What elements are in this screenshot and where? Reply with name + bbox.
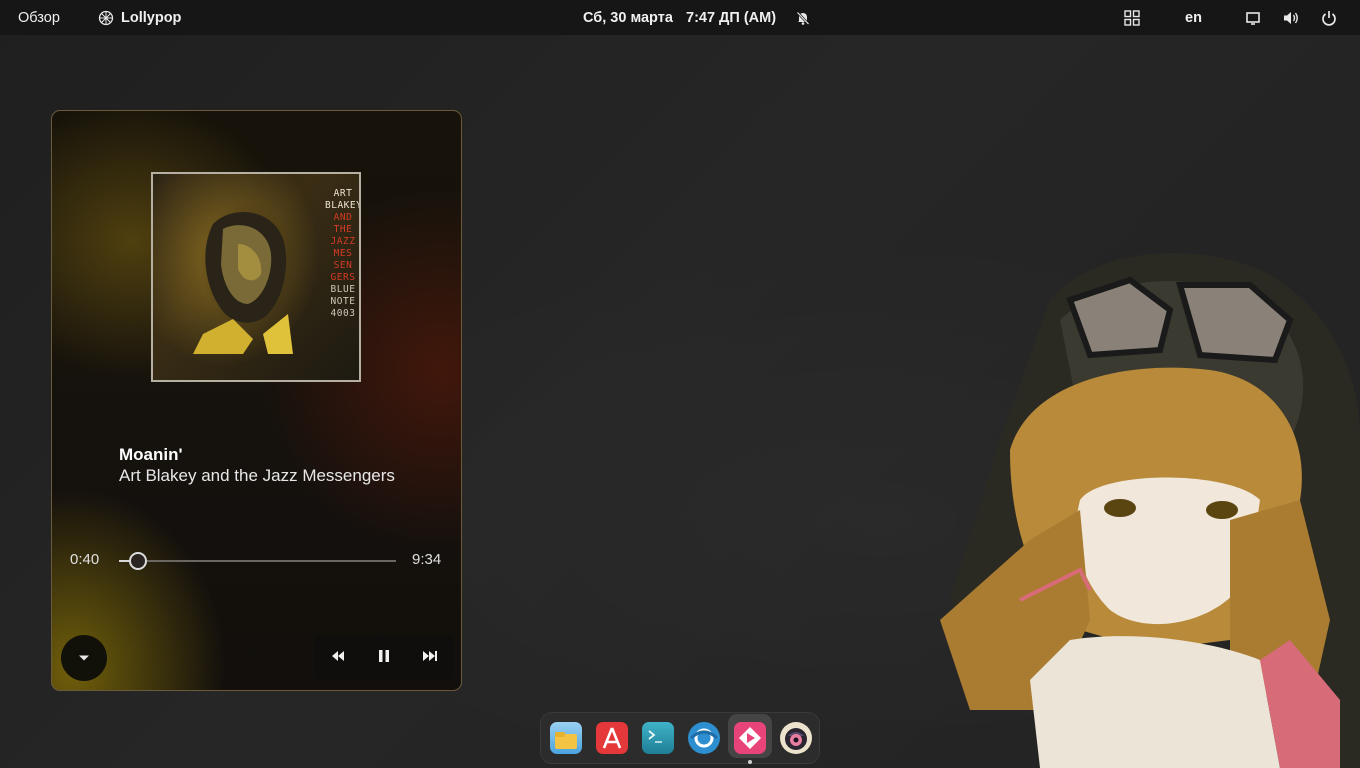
chevron-down-icon bbox=[78, 649, 90, 667]
elapsed-time: 0:40 bbox=[70, 551, 100, 568]
app-store-icon bbox=[596, 722, 628, 754]
playback-controls bbox=[315, 635, 453, 681]
media-player-icon bbox=[734, 722, 766, 754]
skip-forward-icon bbox=[422, 649, 438, 667]
dock-item-files[interactable] bbox=[548, 720, 584, 756]
lollypop-app-icon bbox=[98, 10, 114, 26]
top-bar: Обзор Lollypop Сб, 30 марта 7:47 ДП (AM)… bbox=[0, 0, 1360, 35]
clock-time[interactable]: 7:47 ДП (AM) bbox=[686, 0, 776, 35]
language-label: en bbox=[1185, 9, 1202, 26]
dock-item-terminal[interactable] bbox=[640, 720, 676, 756]
activities-overview-button[interactable]: Обзор bbox=[18, 0, 60, 35]
screen-icon[interactable] bbox=[1245, 0, 1261, 35]
skip-forward-button[interactable] bbox=[412, 640, 448, 676]
app-menu-button[interactable]: Lollypop bbox=[98, 0, 181, 35]
album-cover-portrait bbox=[193, 212, 293, 354]
browser-icon bbox=[688, 722, 720, 754]
anime-app-icon bbox=[780, 722, 812, 754]
dock bbox=[540, 712, 820, 764]
pause-icon bbox=[378, 649, 390, 668]
album-cover-lettering: ART BLAKEY AND THE JAZZ MES SEN GERS BLU… bbox=[325, 188, 361, 319]
dock-item-anime-app[interactable] bbox=[778, 720, 814, 756]
track-title: Moanin' bbox=[119, 445, 183, 464]
wallpaper-anime-character bbox=[940, 253, 1360, 768]
album-cover: ART BLAKEY AND THE JAZZ MES SEN GERS BLU… bbox=[151, 172, 361, 382]
dock-item-browser[interactable] bbox=[686, 720, 722, 756]
pause-button[interactable] bbox=[366, 640, 402, 676]
rewind-button[interactable] bbox=[320, 640, 356, 676]
notifications-muted-icon[interactable] bbox=[795, 0, 811, 35]
grid-icon[interactable] bbox=[1124, 0, 1140, 35]
media-player-widget: ART BLAKEY AND THE JAZZ MES SEN GERS BLU… bbox=[51, 110, 462, 691]
time-label: 7:47 ДП (AM) bbox=[686, 9, 777, 26]
dock-item-app-store[interactable] bbox=[594, 720, 630, 756]
volume-icon[interactable] bbox=[1283, 0, 1300, 35]
seek-slider[interactable] bbox=[119, 552, 396, 570]
running-indicator bbox=[748, 760, 752, 764]
dock-item-media-player[interactable] bbox=[728, 714, 772, 764]
keyboard-language-indicator[interactable]: en bbox=[1185, 0, 1202, 35]
date-label: Сб, 30 марта bbox=[583, 9, 673, 26]
collapse-button[interactable] bbox=[61, 635, 107, 681]
terminal-icon bbox=[642, 722, 674, 754]
clock-date[interactable]: Сб, 30 марта bbox=[583, 0, 673, 35]
total-duration: 9:34 bbox=[412, 551, 442, 568]
overview-label: Обзор bbox=[18, 9, 60, 26]
files-icon bbox=[550, 722, 582, 754]
seek-handle[interactable] bbox=[129, 552, 148, 570]
rewind-icon bbox=[331, 649, 345, 667]
power-icon[interactable] bbox=[1321, 0, 1337, 35]
app-name-label: Lollypop bbox=[121, 9, 182, 26]
track-artist: Art Blakey and the Jazz Messengers bbox=[119, 466, 395, 485]
